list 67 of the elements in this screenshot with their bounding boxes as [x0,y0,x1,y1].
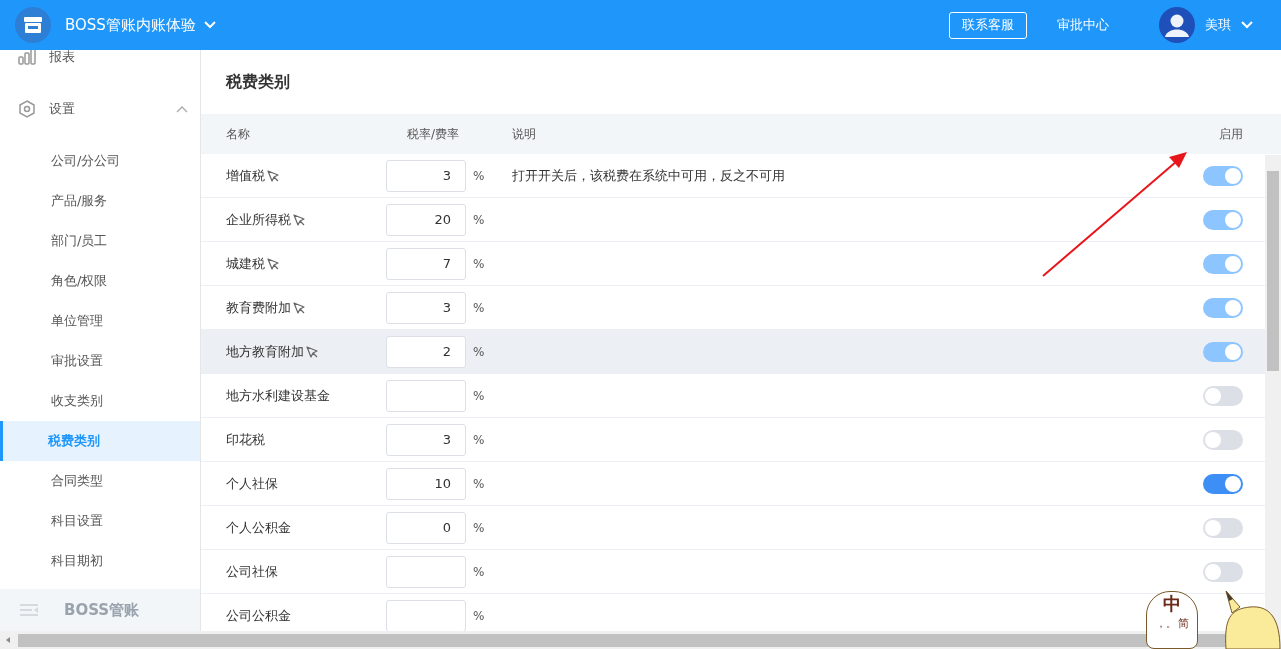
percent-unit: % [473,432,485,447]
toggle-switch[interactable] [1203,473,1243,494]
tax-name: 印花税 [226,430,265,449]
tax-name: 企业所得税 [226,210,291,229]
collapse-menu-icon [20,603,38,617]
avatar-icon [1159,7,1195,43]
toggle-switch[interactable] [1203,385,1243,406]
horizontal-scrollbar[interactable] [0,631,1281,649]
percent-unit: % [473,564,485,579]
page-title: 税费类别 [224,70,291,93]
footer-brand: BOSS管账 [64,600,140,620]
tax-name: 个人公积金 [226,518,291,537]
rate-field[interactable]: 10 [386,467,466,500]
sidebar-subitem[interactable]: 角色/权限 [0,261,200,301]
tax-name: 城建税 [226,254,265,273]
sidebar-subitem[interactable]: 部门/员工 [0,221,200,261]
chevron-down-icon [1241,21,1253,29]
mascot-drawing [1225,589,1281,649]
ime-status-widget[interactable]: 中 ，。 简 [1146,589,1281,649]
percent-unit: % [473,212,485,227]
ime-punctuation-label: ，。 [1155,617,1176,631]
tax-name: 公司公积金 [226,606,291,625]
description-text: 打开开关后，该税费在系统中可用，反之不可用 [512,167,785,183]
percent-unit: % [473,300,485,315]
vertical-scrollbar[interactable] [1265,155,1281,631]
tax-name: 公司社保 [226,562,278,581]
column-header: 名称 [225,125,251,143]
percent-unit: % [473,476,485,491]
rate-field[interactable] [386,555,466,588]
sidebar-subitem[interactable]: 公司/分公司 [0,141,200,181]
sidebar-subitem[interactable]: 产品/服务 [0,181,200,221]
toggle-switch[interactable] [1203,561,1243,582]
toggle-switch[interactable] [1203,517,1243,538]
sidebar-subitem[interactable]: 审批设置 [0,341,200,381]
percent-unit: % [473,388,485,403]
column-header: 说明 [512,125,537,143]
rate-field[interactable] [386,379,466,412]
ime-mode-label: 中 [1163,592,1181,616]
rate-field[interactable]: 0 [386,511,466,544]
percent-unit: % [473,520,485,535]
sidebar-subitem[interactable]: 收支类别 [0,381,200,421]
percent-unit: % [473,608,485,623]
column-header: 启用 [1218,125,1244,143]
sidebar-subitem[interactable]: 单位管理 [0,301,200,341]
chevron-down-icon [203,21,216,29]
column-header: 税率/费率 [406,125,461,143]
tax-name: 增值税 [226,166,265,185]
percent-unit: % [473,256,485,271]
ime-script-label: 简 [1177,616,1189,631]
sidebar-subitem[interactable]: 合同类型 [0,461,200,501]
tax-name: 教育费附加 [226,298,291,317]
rate-field[interactable] [386,599,466,631]
bar-chart-icon [18,50,36,66]
sidebar-item[interactable]: 报表 [0,50,200,77]
tax-name: 地方教育附加 [226,342,304,361]
sidebar-subitem[interactable]: 科目设置 [0,501,200,541]
tax-name: 个人社保 [226,474,278,493]
rate-field[interactable]: 3 [386,423,466,456]
hexagon-gear-icon [18,100,36,118]
tax-name: 地方水利建设基金 [226,386,330,405]
scroll-left-icon [4,636,12,644]
percent-unit: % [473,344,485,359]
toggle-switch[interactable] [1203,429,1243,450]
sidebar-item[interactable]: 设置 [0,89,200,129]
store-logo-icon [15,7,51,43]
percent-unit: % [473,168,485,183]
sidebar-subitem[interactable]: 科目期初 [0,541,200,581]
